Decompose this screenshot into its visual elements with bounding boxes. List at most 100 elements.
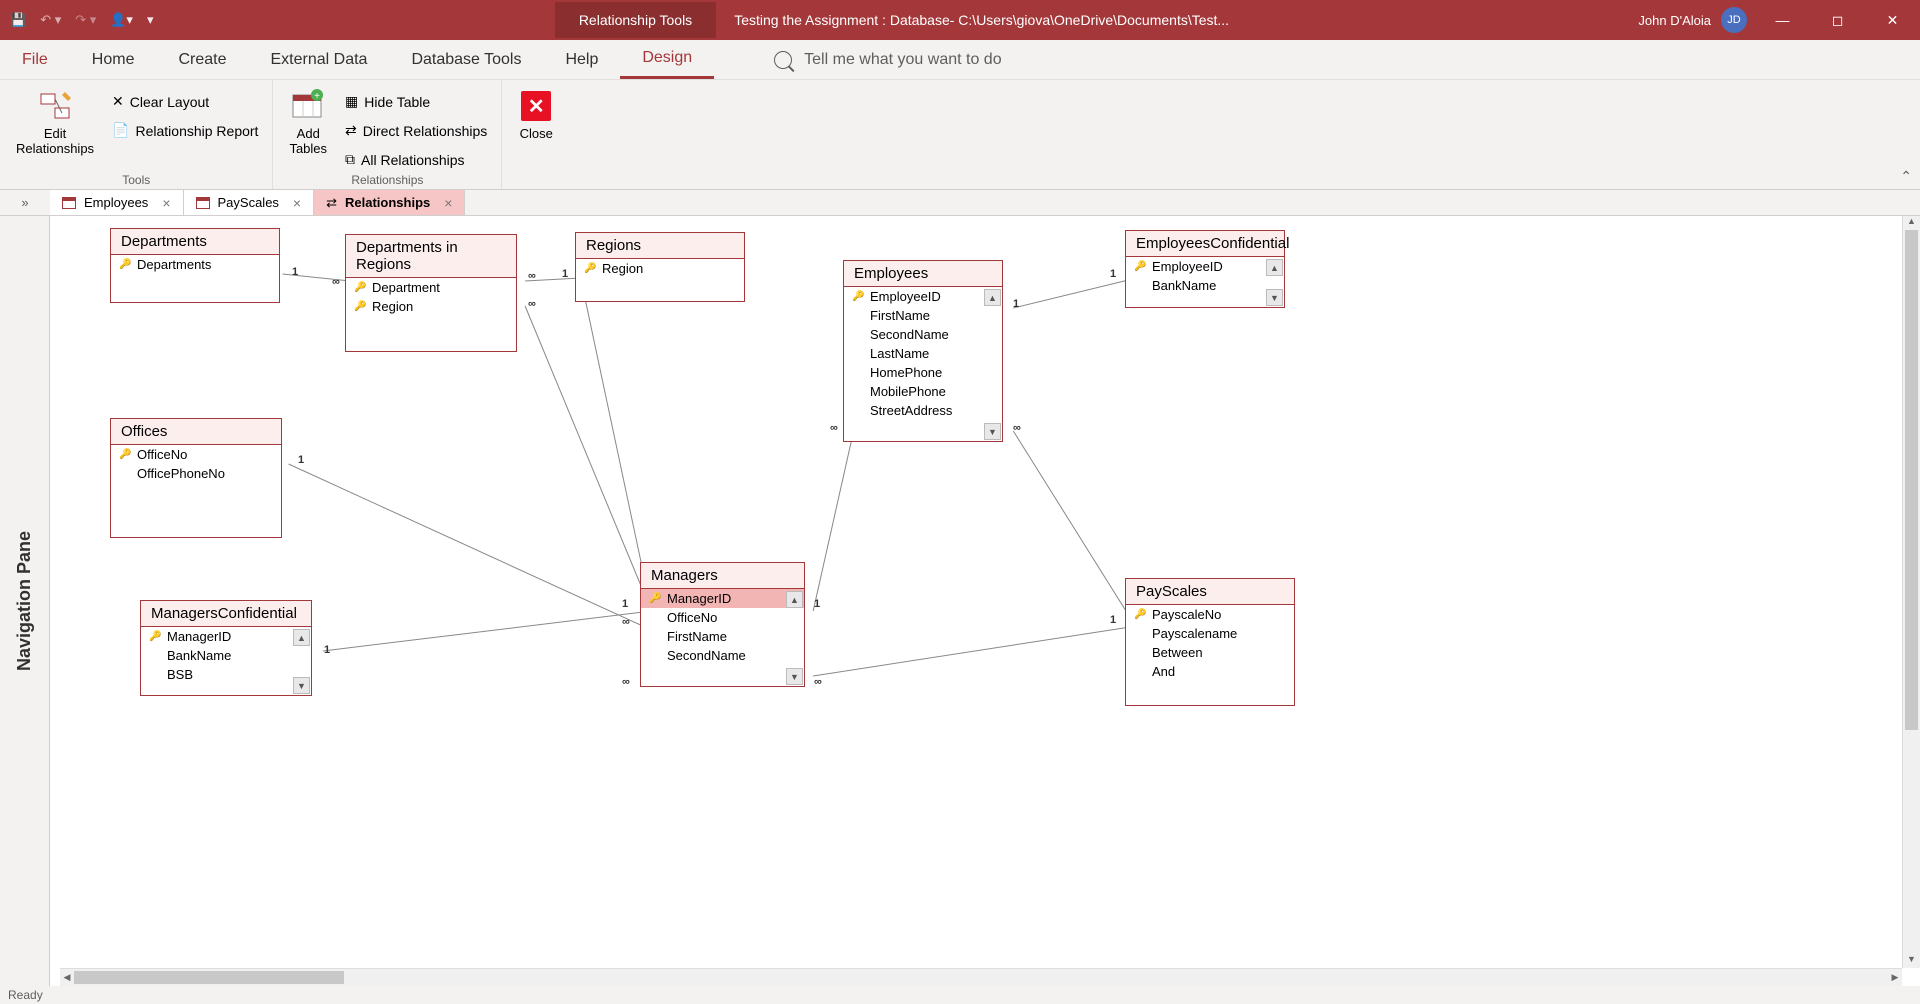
all-relationships-button[interactable]: ⧉All Relationships (341, 148, 491, 171)
close-tab-icon[interactable]: × (162, 195, 170, 211)
table-icon: ▦ (345, 93, 358, 110)
key-icon: 🔑 (149, 631, 161, 642)
scroll-down-icon[interactable]: ▼ (293, 677, 310, 694)
tab-external-data[interactable]: External Data (249, 40, 390, 79)
close-tab-icon[interactable]: × (293, 195, 301, 211)
table-departments[interactable]: Departments 🔑Departments (110, 228, 280, 303)
tab-database-tools[interactable]: Database Tools (389, 40, 543, 79)
key-icon: 🔑 (1134, 261, 1146, 272)
add-tables-button[interactable]: + Add Tables (283, 84, 333, 160)
scroll-up-icon[interactable]: ▲ (984, 289, 1001, 306)
scroll-down-icon[interactable]: ▼ (786, 668, 803, 685)
table-managers-confidential[interactable]: ManagersConfidential 🔑ManagerID BankName… (140, 600, 312, 696)
table-offices[interactable]: Offices 🔑OfficeNo OfficePhoneNo (110, 418, 282, 538)
scroll-left-icon[interactable]: ◀ (60, 969, 74, 986)
workspace: Navigation Pane 1 ∞ ∞ 1 ∞ 1 (0, 216, 1920, 986)
cardinality-label: 1 (622, 598, 628, 610)
scrollbar-thumb[interactable] (74, 971, 344, 984)
close-icon: ✕ (521, 91, 551, 121)
relationships-icon: ⇄ (326, 195, 337, 211)
scroll-down-icon[interactable]: ▼ (1903, 954, 1920, 968)
navigation-pane-collapsed[interactable]: Navigation Pane (0, 216, 50, 986)
collapse-ribbon-button[interactable]: ⌃ (1900, 168, 1912, 185)
status-text: Ready (8, 988, 43, 1002)
expand-navpane-button[interactable]: » (0, 190, 50, 215)
tell-me-search[interactable]: Tell me what you want to do (774, 40, 1001, 79)
close-window-button[interactable]: ✕ (1865, 0, 1920, 40)
svg-text:+: + (314, 91, 320, 102)
edit-relationships-button[interactable]: Edit Relationships (10, 84, 100, 160)
direct-rel-icon: ⇄ (345, 122, 357, 139)
scrollbar-thumb[interactable] (1905, 230, 1918, 730)
table-regions[interactable]: Regions 🔑Region (575, 232, 745, 302)
qat-more-icon[interactable]: ▾ (147, 12, 154, 28)
document-title: Testing the Assignment : Database- C:\Us… (716, 12, 1247, 28)
clear-layout-button[interactable]: ✕Clear Layout (108, 90, 262, 113)
tab-design[interactable]: Design (620, 40, 714, 79)
direct-relationships-button[interactable]: ⇄Direct Relationships (341, 119, 491, 142)
key-icon: 🔑 (852, 291, 864, 302)
user-avatar[interactable]: JD (1721, 7, 1747, 33)
cardinality-label: ∞ (830, 422, 838, 434)
x-icon: ✕ (112, 93, 124, 110)
minimize-button[interactable]: ― (1755, 0, 1810, 40)
search-icon (774, 51, 792, 69)
tab-create[interactable]: Create (156, 40, 248, 79)
cardinality-label: 1 (814, 598, 820, 610)
relationships-canvas[interactable]: 1 ∞ ∞ 1 ∞ 1 1 1 ∞ ∞ 1 ∞ ∞ 1 1 ∞ 1 Depart… (50, 216, 1920, 986)
scroll-right-icon[interactable]: ▶ (1888, 969, 1902, 986)
cardinality-label: 1 (1110, 614, 1116, 626)
table-departments-in-regions[interactable]: Departments in Regions 🔑Department 🔑Regi… (345, 234, 517, 352)
table-employees-confidential[interactable]: EmployeesConfidential 🔑EmployeeID BankNa… (1125, 230, 1285, 308)
menubar: File Home Create External Data Database … (0, 40, 1920, 80)
vertical-scrollbar[interactable]: ▲ ▼ (1902, 216, 1920, 968)
scroll-up-icon[interactable]: ▲ (1903, 216, 1920, 230)
cardinality-label: 1 (298, 454, 304, 466)
table-icon (62, 197, 76, 209)
cardinality-label: 1 (1110, 268, 1116, 280)
status-bar: Ready (0, 986, 1920, 1004)
maximize-button[interactable]: ◻ (1810, 0, 1865, 40)
doctab-relationships[interactable]: ⇄ Relationships × (314, 190, 465, 215)
relationship-report-button[interactable]: 📄Relationship Report (108, 119, 262, 142)
cardinality-label: ∞ (814, 676, 822, 688)
document-tabs: » Employees × PayScales × ⇄ Relationship… (0, 190, 1920, 216)
key-icon: 🔑 (119, 449, 131, 460)
tab-help[interactable]: Help (543, 40, 620, 79)
horizontal-scrollbar[interactable]: ◀ ▶ (60, 968, 1902, 986)
undo-icon[interactable]: ↶ ▾ (40, 12, 61, 28)
table-employees[interactable]: Employees 🔑EmployeeID FirstName SecondNa… (843, 260, 1003, 442)
cardinality-label: ∞ (622, 616, 630, 628)
close-tab-icon[interactable]: × (444, 195, 452, 211)
key-icon: 🔑 (119, 259, 131, 270)
key-icon: 🔑 (649, 593, 661, 604)
close-button[interactable]: ✕ Close (512, 84, 560, 145)
group-label-tools: Tools (10, 171, 262, 189)
scroll-down-icon[interactable]: ▼ (984, 423, 1001, 440)
doctab-payscales[interactable]: PayScales × (184, 190, 315, 215)
group-label-relationships: Relationships (283, 171, 491, 189)
save-icon[interactable]: 💾 (10, 12, 26, 28)
cardinality-label: 1 (1013, 298, 1019, 310)
scroll-up-icon[interactable]: ▲ (1266, 259, 1283, 276)
key-icon: 🔑 (1134, 609, 1146, 620)
key-icon: 🔑 (584, 263, 596, 274)
scroll-down-icon[interactable]: ▼ (1266, 289, 1283, 306)
ribbon: Edit Relationships ✕Clear Layout 📄Relati… (0, 80, 1920, 190)
hide-table-button[interactable]: ▦Hide Table (341, 90, 491, 113)
cardinality-label: 1 (324, 644, 330, 656)
table-payscales[interactable]: PayScales 🔑PayscaleNo Payscalename Betwe… (1125, 578, 1295, 706)
doctab-employees[interactable]: Employees × (50, 190, 184, 215)
contextual-tab-label: Relationship Tools (555, 2, 716, 38)
cardinality-label: 1 (562, 268, 568, 280)
user-qat-icon[interactable]: 👤▾ (110, 12, 133, 28)
tab-file[interactable]: File (0, 40, 70, 79)
scroll-up-icon[interactable]: ▲ (786, 591, 803, 608)
user-name[interactable]: John D'Aloia (1638, 13, 1711, 28)
tab-home[interactable]: Home (70, 40, 157, 79)
redo-icon[interactable]: ↷ ▾ (75, 12, 96, 28)
scroll-up-icon[interactable]: ▲ (293, 629, 310, 646)
cardinality-label: 1 (292, 266, 298, 278)
table-managers[interactable]: Managers 🔑ManagerID OfficeNo FirstName S… (640, 562, 805, 687)
cardinality-label: ∞ (332, 276, 340, 288)
